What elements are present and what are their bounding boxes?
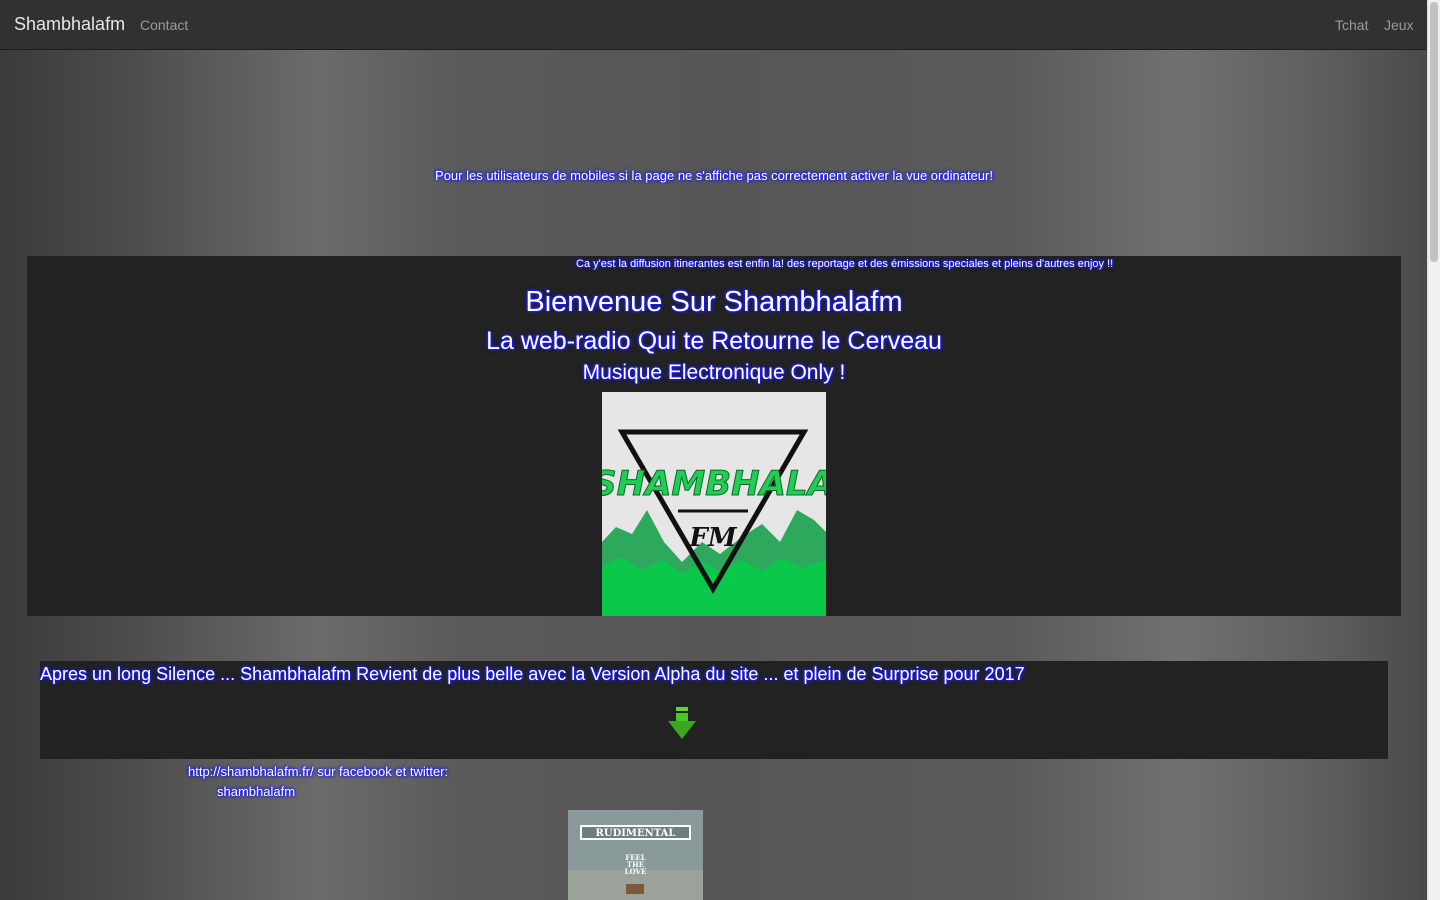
social-line[interactable]: http://shambhalafm.fr/ sur facebook et t… bbox=[188, 764, 448, 779]
nav-link-tchat[interactable]: Tchat bbox=[1335, 17, 1368, 33]
nav-link-jeux[interactable]: Jeux bbox=[1384, 17, 1414, 33]
album-artist: RUDIMENTAL bbox=[596, 828, 676, 839]
nav-link-contact[interactable]: Contact bbox=[140, 17, 188, 33]
hero-subtitle: La web-radio Qui te Retourne le Cerveau bbox=[486, 327, 942, 355]
shambhala-logo: SHAMBHALA FM bbox=[602, 392, 826, 616]
news-panel: Apres un long Silence ... Shambhalafm Re… bbox=[40, 661, 1388, 759]
arrow-down-icon[interactable] bbox=[668, 707, 696, 739]
top-navbar: Shambhalafm Contact Tchat Jeux bbox=[0, 0, 1428, 50]
social-handle[interactable]: shambhalafm bbox=[188, 782, 448, 802]
logo-text-sub: FM bbox=[688, 523, 737, 553]
social-info: http://shambhalafm.fr/ sur facebook et t… bbox=[188, 762, 448, 802]
album-cover-image[interactable]: RUDIMENTAL FEEL THE LOVE bbox=[568, 810, 703, 900]
hero-marquee: Ca y'est la diffusion itinerantes est en… bbox=[576, 258, 1114, 270]
navbar-brand[interactable]: Shambhalafm bbox=[14, 14, 125, 35]
album-title-line-3: LOVE bbox=[625, 867, 647, 876]
mobile-notice: Pour les utilisateurs de mobiles si la p… bbox=[435, 168, 993, 183]
page-scrollbar[interactable] bbox=[1427, 0, 1440, 900]
hero-title: Bienvenue Sur Shambhalafm bbox=[525, 286, 903, 318]
logo-text-main: SHAMBHALA bbox=[602, 464, 826, 504]
hero-tagline: Musique Electronique Only ! bbox=[582, 361, 846, 384]
news-text: Apres un long Silence ... Shambhalafm Re… bbox=[40, 664, 1025, 684]
hero-panel: Ca y'est la diffusion itinerantes est en… bbox=[27, 256, 1401, 616]
scrollbar-thumb[interactable] bbox=[1430, 2, 1438, 262]
